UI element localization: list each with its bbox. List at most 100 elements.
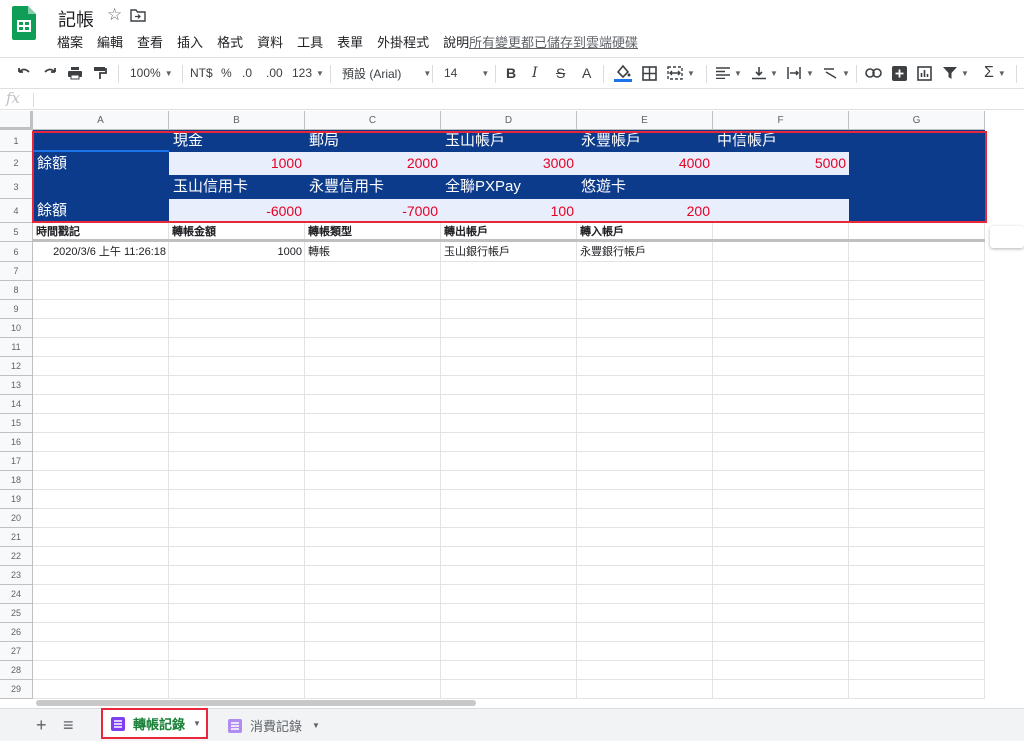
zoom-select[interactable]: 100% ▼ xyxy=(130,58,173,88)
row-header[interactable]: 21 xyxy=(0,528,33,547)
from-account-cell[interactable]: 玉山銀行帳戶 xyxy=(441,242,577,262)
row-header[interactable]: 25 xyxy=(0,604,33,623)
menu-edit[interactable]: 編輯 xyxy=(97,32,130,51)
paste-options-icon[interactable] xyxy=(990,226,1024,248)
add-sheet-button[interactable]: + xyxy=(36,709,47,742)
sheet-tab-active[interactable]: 轉帳記錄 ▼ xyxy=(101,708,208,739)
select-all-corner[interactable] xyxy=(0,111,33,130)
functions-button[interactable]: Σ ▼ xyxy=(984,58,1006,88)
row-header[interactable]: 10 xyxy=(0,319,33,338)
fill-color-icon[interactable] xyxy=(614,58,632,88)
column-header[interactable]: A xyxy=(33,111,169,130)
merge-cells-icon[interactable]: ▼ xyxy=(667,58,695,88)
paint-format-icon[interactable] xyxy=(93,58,107,88)
strikethrough-button[interactable]: S xyxy=(556,58,565,88)
row-header[interactable]: 15 xyxy=(0,414,33,433)
app-header: 記帳 ☆ 檔案 編輯 查看 插入 格式 資料 工具 表單 外掛程式 說明 所有變… xyxy=(0,0,1024,56)
folder-move-icon[interactable] xyxy=(130,9,146,22)
spreadsheet-grid[interactable]: A B C D E F G 1 2 3 4 5 6 7 8 9 10 11 12 13 14 15 16 17 18 19 20 21… xyxy=(0,111,1024,701)
text-wrap-icon[interactable]: ▼ xyxy=(786,58,814,88)
save-status-link[interactable]: 所有變更都已儲存到雲端硬碟 xyxy=(469,32,638,51)
row-header[interactable]: 7 xyxy=(0,262,33,281)
row-header[interactable]: 4 xyxy=(0,199,33,223)
row-header[interactable]: 5 xyxy=(0,223,33,242)
gridline-horizontal xyxy=(33,584,985,585)
italic-button[interactable]: I xyxy=(532,58,538,88)
row-header[interactable]: 22 xyxy=(0,547,33,566)
row-header[interactable]: 14 xyxy=(0,395,33,414)
row-header[interactable]: 11 xyxy=(0,338,33,357)
horizontal-scrollbar[interactable] xyxy=(36,700,476,706)
document-title[interactable]: 記帳 xyxy=(58,6,94,32)
row-header[interactable]: 17 xyxy=(0,452,33,471)
row-header[interactable]: 1 xyxy=(0,130,33,152)
zoom-value: 100% xyxy=(130,66,161,80)
menu-format[interactable]: 格式 xyxy=(217,32,250,51)
borders-icon[interactable] xyxy=(642,58,657,88)
menu-addons[interactable]: 外掛程式 xyxy=(377,32,436,51)
to-account-cell[interactable]: 永豐銀行帳戶 xyxy=(577,242,713,262)
column-header[interactable]: E xyxy=(577,111,713,130)
gridline-horizontal xyxy=(33,641,985,642)
row-header[interactable]: 16 xyxy=(0,433,33,452)
menu-insert[interactable]: 插入 xyxy=(177,32,210,51)
column-header[interactable]: D xyxy=(441,111,577,130)
menu-tools[interactable]: 工具 xyxy=(297,32,330,51)
vertical-align-icon[interactable]: ▼ xyxy=(752,58,778,88)
amount-cell[interactable]: 1000 xyxy=(169,242,305,262)
menu-file[interactable]: 檔案 xyxy=(57,32,90,51)
sheet-tab-inactive[interactable]: 消費記錄 ▼ xyxy=(222,709,330,742)
formula-bar[interactable]: fx xyxy=(0,88,1024,110)
bold-button[interactable]: B xyxy=(506,58,516,88)
chevron-down-icon[interactable]: ▼ xyxy=(193,719,201,728)
row-header[interactable]: 13 xyxy=(0,376,33,395)
insert-link-icon[interactable] xyxy=(865,58,882,88)
filter-icon[interactable]: ▼ xyxy=(943,58,969,88)
decrease-decimal-button[interactable]: .0 xyxy=(242,58,252,88)
type-cell[interactable]: 轉帳 xyxy=(305,242,441,262)
row-header[interactable]: 19 xyxy=(0,490,33,509)
horizontal-align-icon[interactable]: ▼ xyxy=(716,58,742,88)
text-color-button[interactable]: A xyxy=(582,58,591,88)
redo-icon[interactable] xyxy=(42,58,58,88)
row-header[interactable]: 9 xyxy=(0,300,33,319)
font-size-select[interactable]: 14 ▼ xyxy=(444,58,489,88)
star-icon[interactable]: ☆ xyxy=(107,5,122,25)
sheets-logo-icon[interactable] xyxy=(12,6,36,40)
print-icon[interactable] xyxy=(67,58,83,88)
text-rotation-icon[interactable]: ▼ xyxy=(822,58,850,88)
row-header[interactable]: 2 xyxy=(0,152,33,175)
font-family-select[interactable]: 預設 (Arial) ▼ xyxy=(342,58,431,88)
column-header[interactable]: C xyxy=(305,111,441,130)
percent-format-button[interactable]: % xyxy=(221,58,232,88)
more-formats-button[interactable]: 123 ▼ xyxy=(292,58,324,88)
row-header[interactable]: 6 xyxy=(0,242,33,262)
row-header[interactable]: 8 xyxy=(0,281,33,300)
chevron-down-icon[interactable]: ▼ xyxy=(312,721,320,730)
row-header[interactable]: 26 xyxy=(0,623,33,642)
all-sheets-button[interactable]: ≡ xyxy=(63,709,74,742)
menu-data[interactable]: 資料 xyxy=(257,32,290,51)
gridline-horizontal xyxy=(33,280,985,281)
row-header[interactable]: 27 xyxy=(0,642,33,661)
sheet-tab-label: 轉帳記錄 xyxy=(133,717,186,732)
row-header[interactable]: 3 xyxy=(0,175,33,199)
row-header[interactable]: 23 xyxy=(0,566,33,585)
menu-forms[interactable]: 表單 xyxy=(337,32,370,51)
row-header[interactable]: 20 xyxy=(0,509,33,528)
insert-chart-icon[interactable] xyxy=(917,58,932,88)
currency-format-button[interactable]: NT$ xyxy=(190,58,213,88)
timestamp-cell[interactable]: 2020/3/6 上午 11:26:18 xyxy=(33,242,169,262)
menu-view[interactable]: 查看 xyxy=(137,32,170,51)
row-header[interactable]: 29 xyxy=(0,680,33,699)
row-header[interactable]: 18 xyxy=(0,471,33,490)
column-header[interactable]: B xyxy=(169,111,305,130)
insert-comment-icon[interactable] xyxy=(892,58,907,88)
row-header[interactable]: 24 xyxy=(0,585,33,604)
undo-icon[interactable] xyxy=(16,58,32,88)
increase-decimal-button[interactable]: .00 xyxy=(266,58,283,88)
column-header[interactable]: F xyxy=(713,111,849,130)
row-header[interactable]: 28 xyxy=(0,661,33,680)
column-header[interactable]: G xyxy=(849,111,985,130)
row-header[interactable]: 12 xyxy=(0,357,33,376)
